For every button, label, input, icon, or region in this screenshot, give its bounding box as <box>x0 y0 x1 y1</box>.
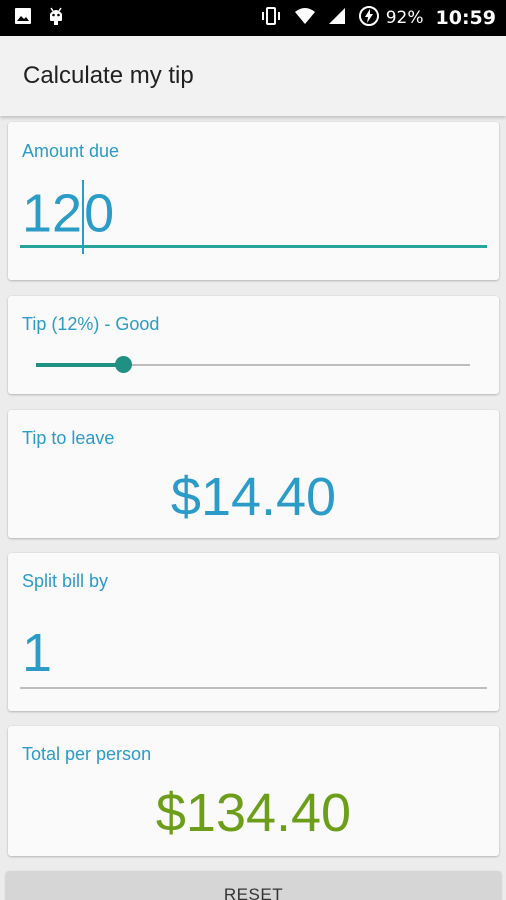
split-value: 1 <box>22 623 53 683</box>
page-title: Calculate my tip <box>23 62 194 89</box>
status-right: 92% 10:59 <box>248 5 496 31</box>
status-left <box>14 6 80 30</box>
tip-slider-fill <box>36 363 123 367</box>
tip-to-leave-value: $14.40 <box>170 467 337 527</box>
amount-due-card: Amount due 120 <box>8 122 499 280</box>
image-icon <box>14 7 32 29</box>
android-debug-icon <box>46 6 66 30</box>
total-per-person-label: Total per person <box>22 744 152 764</box>
amount-due-label: Amount due <box>22 141 120 161</box>
reset-label: RESET <box>223 885 284 900</box>
total-per-person-card: Total per person $134.40 <box>8 726 499 856</box>
app-screen: 92% 10:59 Calculate my tip Amount due 12… <box>0 0 506 900</box>
split-input[interactable]: 1 <box>20 623 487 689</box>
tip-label: Tip (12%) - Good <box>22 314 160 334</box>
battery-percent: 92% <box>385 8 424 28</box>
split-label: Split bill by <box>22 571 109 591</box>
wifi-icon <box>294 7 316 29</box>
battery-saver-icon <box>358 5 380 31</box>
clock: 10:59 <box>435 7 496 29</box>
reset-button[interactable]: RESET <box>6 871 501 900</box>
text-caret <box>82 179 85 254</box>
tip-slider[interactable] <box>36 356 470 373</box>
total-per-person-value: $134.40 <box>155 783 352 843</box>
tip-slider-thumb[interactable] <box>114 356 132 373</box>
signal-icon <box>328 7 346 29</box>
amount-due-input[interactable]: 120 <box>20 179 487 254</box>
vibrate-icon <box>260 7 282 29</box>
tip-to-leave-card: Tip to leave $14.40 <box>8 410 499 538</box>
split-card: Split bill by 1 <box>8 553 499 711</box>
tip-to-leave-label: Tip to leave <box>22 428 115 448</box>
app-bar: Calculate my tip <box>0 36 506 116</box>
tip-card: Tip (12%) - Good <box>8 296 499 394</box>
amount-due-value: 120 <box>22 179 114 254</box>
status-bar: 92% 10:59 <box>0 0 506 36</box>
